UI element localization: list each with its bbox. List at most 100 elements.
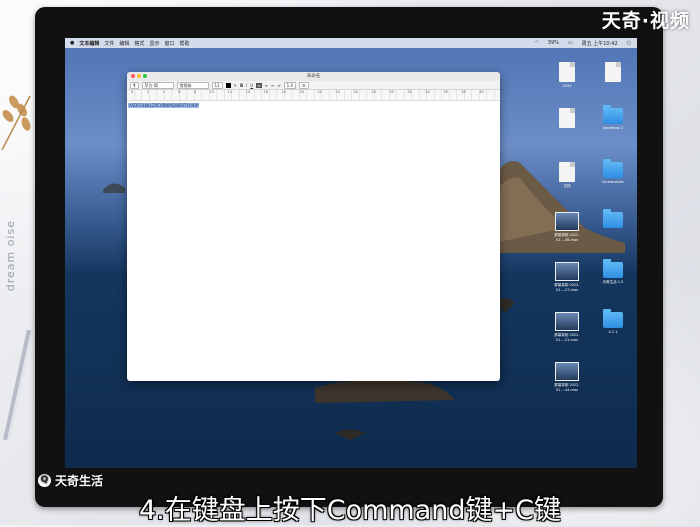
video-thumb (555, 312, 579, 331)
ruler-number: 24 (335, 90, 340, 94)
desktop-icon[interactable]: Screenshots (591, 159, 635, 184)
desktop-icon[interactable] (591, 209, 635, 230)
ruler-number: 14 (245, 90, 251, 94)
apple-icon[interactable]: ● (70, 40, 74, 46)
wheat-decoration (1, 95, 31, 151)
ruler[interactable]: 0 2 4 6 8 10 12 14 16 18 20 22 24 26 28 30 32 34 36 38 40 (127, 90, 500, 101)
pen-decoration (3, 330, 33, 440)
desktop-icon-label: 屏幕录制 2022-01-...38.mov (554, 233, 580, 242)
selected-text[interactable]: ASDFGHJKLZXCVBNMQWERTYUIOP (128, 103, 200, 108)
window-titlebar[interactable]: 未命名 (127, 72, 500, 81)
desktop-icon[interactable]: 屏幕录制 2022-01-...44.mov (545, 362, 589, 392)
ruler-number: 36 (443, 90, 448, 94)
ruler-number: 40 (479, 90, 484, 94)
brand-bottom-text: 天奇生活 (55, 474, 104, 488)
ruler-number: 18 (281, 90, 287, 94)
ruler-number: 26 (353, 90, 358, 94)
ruler-number: 38 (461, 90, 466, 94)
text-color-swatch[interactable] (225, 82, 231, 88)
desktop-icon-label: 屏幕录制 2022-01-...27.mov (554, 283, 580, 292)
ruler-number: 4 (162, 90, 165, 94)
desktop-icon[interactable]: 2020 (545, 62, 589, 88)
ruler-number: 6 (178, 90, 181, 94)
desktop-icon[interactable] (545, 108, 589, 130)
ruler-number: 10 (209, 90, 215, 94)
ruler-number: 0 (131, 90, 134, 94)
brand-watermark: 天奇·视频 (601, 10, 690, 32)
align-left-button[interactable]: ≡ (256, 82, 262, 88)
font-weight-select[interactable]: 常规体 (176, 81, 209, 89)
underline-button[interactable]: U (250, 83, 253, 88)
desktop-icon-label: 屏幕录制 2022-01-...44.mov (554, 383, 580, 392)
italic-button[interactable]: I (246, 83, 247, 88)
folder-icon (603, 209, 623, 228)
highlight-icon[interactable]: ✎ (234, 83, 237, 88)
menu-item-view[interactable]: 显示 (149, 40, 159, 47)
desktop-icon[interactable]: wavemax 2 (591, 105, 635, 130)
folder-icon (603, 309, 623, 328)
menu-bar: ● 文本编辑 文件 编辑 格式 显示 窗口 帮助 ◠ 39% ▭ 周五 上午10… (65, 38, 637, 48)
desktop-icon-label: 屏幕录制 2022-01-...21.mov (554, 333, 580, 342)
ruler-number: 2 (146, 90, 149, 94)
doc-icon (559, 62, 575, 82)
status-area: ◠ 39% ▭ 周五 上午10:42 ○ (529, 40, 631, 47)
ruler-number: 22 (317, 90, 322, 94)
battery-icon[interactable]: ▭ (568, 40, 573, 47)
align-center-button[interactable]: ≡ (265, 83, 268, 88)
folder-icon (603, 259, 623, 278)
desktop-icon-label: 4.1.1 (608, 330, 618, 334)
folder-icon (603, 159, 623, 178)
folder-icon (603, 105, 623, 124)
video-thumb (555, 362, 579, 381)
ruler-number: 16 (263, 90, 269, 94)
desktop-icon-label: 2020 (562, 84, 572, 88)
desktop-icon[interactable]: 屏幕录制 2022-01-...27.mov (545, 262, 589, 292)
line-spacing-select[interactable]: 1.0 (283, 81, 296, 89)
notebook-text: dream oise (4, 220, 17, 292)
ruler-number: 32 (407, 90, 412, 94)
desktop-icon[interactable]: 屏幕录制 2022-01-...21.mov (545, 312, 589, 342)
brand-bottom: Q 天奇生活 (38, 472, 103, 489)
list-style-select[interactable]: ☰ (299, 81, 309, 89)
ruler-number: 8 (193, 90, 197, 94)
app-icon (605, 62, 621, 82)
desktop-icon[interactable]: 天奇生活 1.5 (591, 259, 635, 285)
ruler-number: 34 (425, 90, 430, 94)
ruler-number: 30 (389, 90, 394, 94)
desktop-icon-label: 文档 (563, 184, 571, 188)
desktop-icon[interactable] (591, 62, 635, 84)
textedit-window: 未命名 ¶ 苹方-简 常规体 12 ✎ B I U ≡ ≡ ≡ ≡ 1.0 ☰ … (127, 72, 500, 381)
clock[interactable]: 周五 上午10:42 (582, 40, 618, 47)
video-thumb (555, 212, 579, 231)
font-family-select[interactable]: 苹方-简 (141, 81, 174, 89)
desktop-icon[interactable]: 屏幕录制 2022-01-...38.mov (545, 212, 589, 242)
menu-app-name[interactable]: 文本编辑 (79, 40, 99, 47)
font-size-select[interactable]: 12 (211, 81, 223, 89)
bold-button[interactable]: B (240, 83, 243, 88)
doc-icon (559, 108, 575, 128)
ruler-number: 28 (371, 90, 376, 94)
doc-icon (559, 162, 575, 182)
battery-percent[interactable]: 39% (548, 40, 559, 47)
paragraph-style-select[interactable]: ¶ (130, 81, 139, 89)
menu-item-file[interactable]: 文件 (104, 40, 114, 47)
ruler-number: 20 (299, 90, 304, 94)
desktop-icon-label: 天奇生活 1.5 (602, 280, 624, 284)
menu-item-window[interactable]: 窗口 (164, 40, 174, 47)
format-toolbar: ¶ 苹方-简 常规体 12 ✎ B I U ≡ ≡ ≡ ≡ 1.0 ☰ (127, 81, 500, 90)
search-icon[interactable]: ○ (627, 40, 631, 47)
justify-button[interactable]: ≡ (277, 83, 280, 88)
menu-item-help[interactable]: 帮助 (179, 40, 189, 47)
ruler-number: 12 (227, 90, 233, 94)
desktop-icon-label: wavemax 2 (602, 126, 624, 130)
align-right-button[interactable]: ≡ (271, 83, 274, 88)
window-title: 未命名 (306, 74, 321, 79)
desktop-icon[interactable]: 文档 (545, 162, 589, 189)
step-caption: 4.在键盘上按下Command键+C键 (138, 495, 561, 526)
menu-item-format[interactable]: 格式 (134, 40, 144, 47)
wifi-icon[interactable]: ◠ (534, 40, 538, 47)
desktop-icon[interactable]: 4.1.1 (591, 309, 635, 334)
desktop-screen: ● 文本编辑 文件 编辑 格式 显示 窗口 帮助 ◠ 39% ▭ 周五 上午10… (65, 38, 637, 468)
desktop-icon-label: Screenshots (602, 180, 624, 184)
menu-item-edit[interactable]: 编辑 (119, 40, 129, 47)
